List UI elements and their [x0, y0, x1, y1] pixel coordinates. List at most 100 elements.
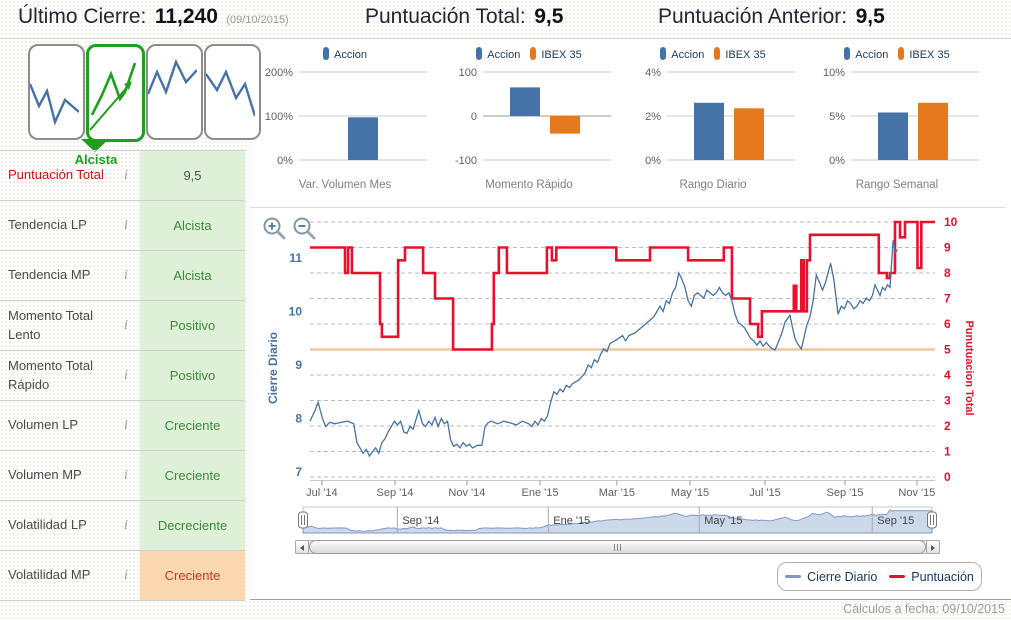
scrollbar-left-arrow-icon[interactable]	[295, 540, 309, 554]
table-row: Tendencia MP i Alcista	[0, 251, 245, 301]
trend-card-alcista[interactable]	[86, 44, 145, 142]
info-icon[interactable]: i	[112, 518, 140, 534]
legend-item-accion[interactable]: Accion	[476, 47, 520, 61]
legend-marker	[844, 47, 851, 60]
table-row: Volumen LP i Creciente	[0, 401, 245, 451]
legend-item-accion[interactable]: Accion	[660, 47, 704, 61]
calculation-date: Cálculos a fecha: 09/10/2015	[843, 602, 1005, 616]
x-axis-label: Ene '15	[522, 487, 559, 499]
legend-item-accion[interactable]: Accion	[322, 47, 367, 61]
axis-tick-label: 200%	[265, 67, 293, 79]
legend-marker	[322, 47, 329, 60]
table-row: Puntuación Total i 9,5	[0, 151, 245, 201]
axis-tick-label: 0%	[645, 155, 661, 167]
table-row: Volatilidad LP i Decreciente	[0, 501, 245, 551]
x-axis-label: Nov '15	[898, 487, 935, 499]
chart-title: Rango Semanal	[855, 179, 939, 191]
right-axis-label: 0	[944, 470, 951, 484]
info-icon[interactable]: i	[112, 468, 140, 484]
trend-state-selector	[28, 44, 262, 142]
navigator-right-handle[interactable]	[927, 511, 937, 529]
left-axis-title: Cierre Diario	[266, 332, 280, 404]
scrollbar-thumb[interactable]	[309, 540, 926, 554]
scrollbar-right-arrow-icon[interactable]	[926, 540, 940, 554]
last-close-group: Último Cierre: 11,240 (09/10/2015)	[18, 5, 289, 29]
legend-marker	[898, 47, 905, 60]
chart-title: Rango Diario	[679, 179, 747, 191]
axis-tick-label: 0	[471, 111, 477, 123]
navigator-label: May '15	[704, 515, 742, 527]
legend-item-puntuación[interactable]: Puntuación	[889, 570, 974, 584]
legend-item-ibex-35[interactable]: IBEX 35	[714, 47, 766, 61]
table-row: Momento Total Lento i Positivo	[0, 301, 245, 351]
indicator-label: Momento Total Rápido	[8, 357, 94, 392]
indicator-label: Puntuación Total	[8, 167, 104, 183]
chart-legend: Accion IBEX 35	[437, 44, 621, 64]
indicator-value: Creciente	[140, 551, 245, 600]
left-axis-label: 11	[289, 251, 302, 265]
mini-charts-row: Accion 0% 100% 200% Var. Volumen Mes Accio…	[253, 44, 989, 200]
table-row: Volatilidad MP i Creciente	[0, 551, 245, 601]
right-axis-label: 3	[944, 394, 951, 408]
indicator-label: Volatilidad LP	[8, 517, 87, 533]
info-icon[interactable]: i	[112, 318, 140, 334]
legend-item-accion[interactable]: Accion	[844, 47, 888, 61]
info-icon[interactable]: i	[112, 568, 140, 584]
axis-tick-label: 100	[459, 67, 477, 79]
last-close-date: (09/10/2015)	[226, 14, 289, 26]
info-icon[interactable]: i	[112, 218, 140, 234]
chart-title: Momento Rápido	[485, 179, 573, 191]
bar-accion	[694, 102, 724, 160]
navigator-label: Ene '15	[553, 515, 590, 527]
previous-score-value: 9,5	[855, 5, 885, 28]
indicator-label: Volatilidad MP	[8, 567, 91, 583]
left-axis-label: 8	[295, 412, 302, 426]
last-close-value: 11,240	[154, 5, 218, 28]
bar-chart: -100 0 100	[455, 67, 611, 167]
bar-accion	[348, 117, 378, 160]
x-axis-label: Nov '14	[448, 487, 485, 499]
info-icon[interactable]: i	[112, 368, 140, 384]
axis-tick-label: 0%	[829, 155, 845, 167]
info-icon[interactable]: i	[112, 268, 140, 284]
info-icon[interactable]: i	[112, 418, 140, 434]
bar-chart: 0% 2% 4%	[645, 67, 795, 167]
right-axis-label: 8	[944, 266, 951, 280]
navigator[interactable]: Sep '14 Ene '15 May '15 Sep '15	[295, 506, 940, 538]
total-score-value: 9,5	[534, 5, 564, 28]
legend-item-cierre-diario[interactable]: Cierre Diario	[785, 570, 877, 584]
stock-analysis-dashboard: Último Cierre: 11,240 (09/10/2015) Puntu…	[0, 0, 1011, 620]
bar-ibex-35	[918, 102, 948, 160]
right-axis-label: 4	[944, 368, 951, 382]
handle-grip[interactable]	[298, 511, 308, 529]
mini-chart-rango-semanal: Accion IBEX 35 0% 5% 10% Rango Semanal	[805, 44, 989, 200]
legend-marker	[530, 47, 537, 60]
table-row: Tendencia LP i Alcista	[0, 201, 245, 251]
mini-chart-momento-rapido: Accion IBEX 35 -100 0 100 Momento Rápido	[437, 44, 621, 200]
previous-score-label: Puntuación Anterior:	[658, 5, 848, 28]
trend-card-bajista-lateral[interactable]	[28, 44, 85, 140]
table-row: Volumen MP i Creciente	[0, 451, 245, 501]
axis-tick-label: 100%	[265, 111, 293, 123]
x-axis-label: Mar '15	[599, 487, 635, 499]
trend-zigzag-icon	[30, 83, 79, 126]
left-axis-label: 7	[295, 465, 302, 479]
info-icon[interactable]: i	[112, 168, 140, 184]
panel-bottom-border	[250, 599, 1011, 600]
bar-chart: 0% 100% 200%	[265, 67, 427, 167]
indicator-label: Volumen LP	[8, 417, 79, 433]
handle-grip[interactable]	[927, 511, 937, 529]
chart-legend: Accion IBEX 35	[805, 44, 989, 64]
puntuacion-series	[310, 220, 935, 351]
trend-zigzag-icon	[148, 58, 197, 96]
x-axis-label: Sep '15	[827, 487, 864, 499]
x-axis-label: Jul '14	[306, 487, 337, 499]
navigator-left-handle[interactable]	[298, 511, 308, 529]
trend-card-alcista-lateral[interactable]	[146, 44, 203, 140]
legend-item-ibex-35[interactable]: IBEX 35	[530, 47, 582, 61]
legend-item-ibex-35[interactable]: IBEX 35	[898, 47, 950, 61]
main-price-score-chart: Jul '14 Sep '14 Nov '14 Ene '15 Mar '15 May '…	[266, 215, 975, 499]
indicator-value: Creciente	[140, 451, 245, 500]
left-axis-label: 9	[295, 358, 302, 372]
total-score-group: Puntuación Total: 9,5	[365, 5, 563, 29]
